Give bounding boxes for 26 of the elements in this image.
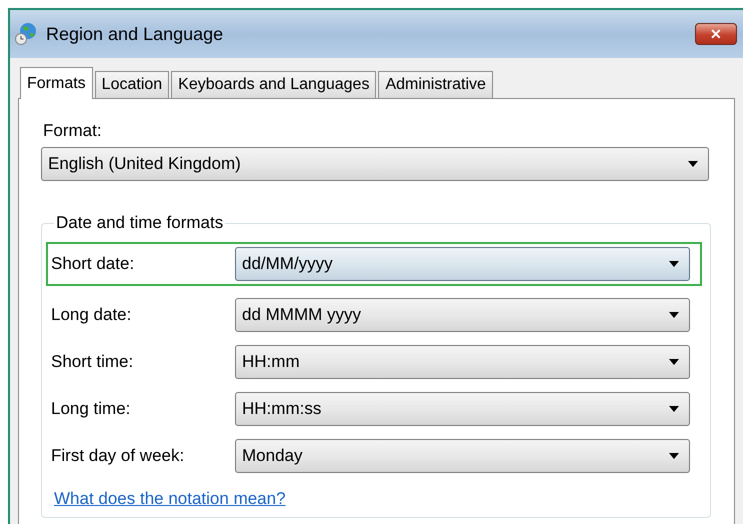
caret-icon: [669, 406, 679, 412]
caret-icon: [669, 312, 679, 318]
caret-icon: [669, 359, 679, 365]
close-button[interactable]: ✕: [695, 23, 737, 45]
caret-icon: [688, 161, 698, 167]
tab[interactable]: Keyboards and Languages: [171, 71, 376, 98]
window-title: Region and Language: [46, 24, 224, 44]
format-dropdown[interactable]: Monday: [235, 439, 690, 473]
tab[interactable]: Formats: [20, 67, 93, 99]
tab[interactable]: Administrative: [378, 71, 493, 98]
format-dropdown[interactable]: dd/MM/yyyy: [235, 247, 690, 281]
field-label: Long date:: [51, 305, 132, 325]
format-dropdown[interactable]: HH:mm:ss: [235, 392, 690, 426]
format-dropdown[interactable]: HH:mm: [235, 345, 690, 379]
caret-icon: [669, 261, 679, 267]
tab[interactable]: Location: [94, 71, 170, 98]
format-dropdown[interactable]: dd MMMM yyyy: [235, 298, 690, 332]
field-label: Long time:: [51, 399, 130, 419]
field-label: Short date:: [51, 254, 134, 274]
format-dropdown[interactable]: English (United Kingdom): [41, 147, 709, 181]
field-label: Short time:: [51, 352, 134, 372]
format-label: Format:: [43, 121, 102, 141]
help-link[interactable]: What does the notation mean?: [54, 489, 286, 509]
globe-clock-icon: [14, 22, 38, 46]
field-label: First day of week:: [51, 446, 184, 466]
caret-icon: [669, 453, 679, 459]
